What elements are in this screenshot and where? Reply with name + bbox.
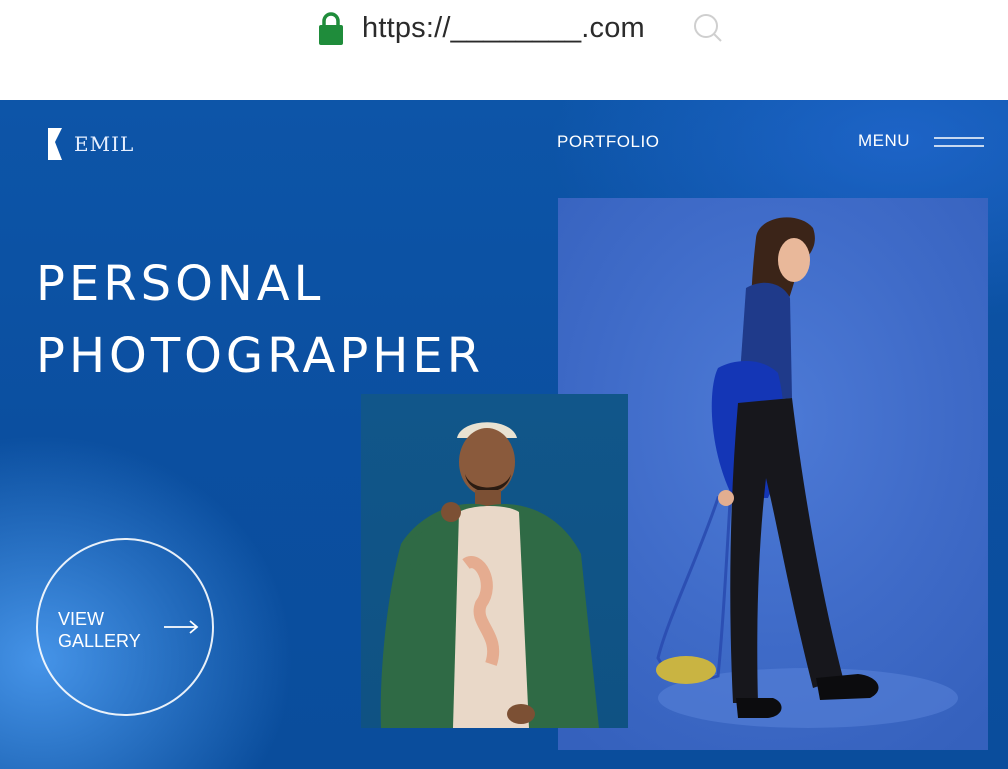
view-gallery-button[interactable]: VIEW GALLERY — [36, 538, 214, 716]
hamburger-icon[interactable] — [934, 135, 984, 149]
site-logo[interactable]: EMIL — [46, 128, 134, 160]
headline-line-2: PHOTOGRAPHER — [36, 328, 485, 384]
url-text[interactable]: https://________.com — [362, 12, 645, 45]
headline-line-1: PERSONAL — [36, 256, 325, 312]
view-gallery-label: VIEW GALLERY — [58, 609, 141, 651]
lock-icon — [316, 10, 346, 46]
hero-headline: PERSONAL PHOTOGRAPHER — [36, 248, 484, 392]
arrow-right-icon — [164, 620, 200, 634]
search-icon[interactable] — [690, 10, 726, 46]
nav-menu-label[interactable]: MENU — [858, 131, 910, 151]
logo-mark-icon — [46, 128, 64, 160]
logo-text: EMIL — [74, 132, 135, 156]
browser-address-bar: https://________.com — [0, 0, 1008, 100]
hero-section: EMIL PORTFOLIO MENU PERSONAL PHOTOGRAPHE… — [0, 100, 1008, 769]
nav-portfolio-link[interactable]: PORTFOLIO — [557, 132, 659, 152]
photo-man-green-jacket — [361, 394, 628, 728]
